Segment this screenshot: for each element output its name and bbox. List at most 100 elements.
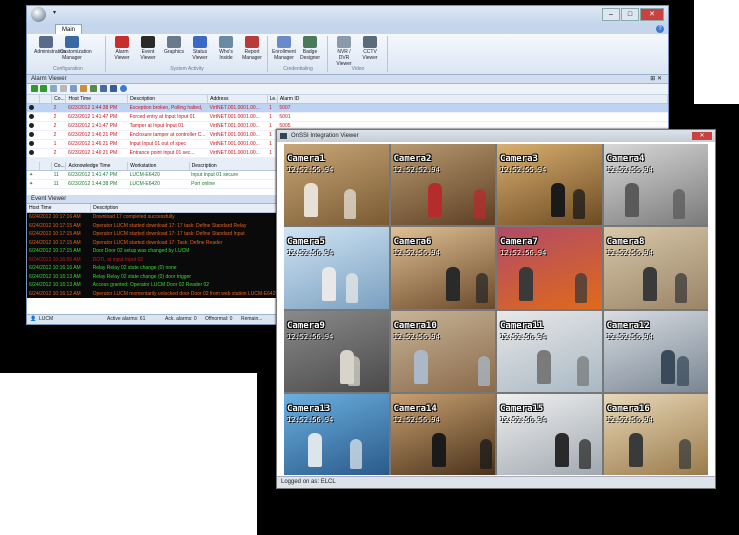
notes-icon[interactable] <box>70 85 77 92</box>
camera-tile[interactable]: Camera5 12:52:56.94 <box>284 227 389 309</box>
ack-cell-ws: LUCM-E6420 <box>127 179 190 189</box>
alarm-cell-desc: Input Input 01 out of spec <box>127 139 208 149</box>
graphics-icon[interactable] <box>90 85 97 92</box>
alarm-state-icon <box>29 114 34 120</box>
ribbon-button-label: Status Viewer <box>192 49 208 61</box>
camera-tile[interactable]: Camera1 12:52:55.94 <box>284 144 389 226</box>
ack-column-header[interactable]: Acknowledge Time <box>65 162 129 171</box>
status-offnormal[interactable]: Offnormal: 0 <box>205 315 232 324</box>
alarm-column-header[interactable]: Address <box>207 95 268 104</box>
camera-tile[interactable]: Camera10 12:52:56.94 <box>390 310 495 392</box>
camera-tile[interactable]: Camera15 12:52:56.94 <box>497 393 602 475</box>
camera-tile[interactable]: Camera9 12:52:56.94 <box>284 310 389 392</box>
event-column-header[interactable]: Host Time <box>27 204 92 213</box>
camera-tile[interactable]: Camera16 12:52:56.94 <box>603 393 708 475</box>
clear-icon[interactable] <box>60 85 67 92</box>
minimize-button[interactable]: – <box>602 8 620 21</box>
camera-tile[interactable]: Camera11 12:52:56.94 <box>497 310 602 392</box>
status-active-alarms[interactable]: Active alarms: 61 <box>107 315 145 324</box>
camera-scene-figure <box>577 355 589 386</box>
acknowledge-icon[interactable] <box>31 85 38 92</box>
camera-tile[interactable]: Camera3 12:52:55.94 <box>497 144 602 226</box>
ribbon-button-icon <box>245 36 259 48</box>
camera-scene-figure <box>674 272 687 303</box>
camera-icon[interactable] <box>80 85 87 92</box>
alarm-column-header[interactable]: Co... <box>51 95 67 104</box>
camera-scene-figure <box>322 266 336 301</box>
camera-tile[interactable]: Camera14 12:52:56.94 <box>390 393 495 475</box>
camera-scene-figure <box>537 349 551 384</box>
ribbon-button[interactable]: Event Viewer <box>136 36 160 61</box>
acknowledge-all-icon[interactable] <box>40 85 47 92</box>
ribbon-button[interactable]: CCTV Viewer <box>358 36 382 61</box>
ribbon-button[interactable]: Enrollment Manager <box>272 36 296 61</box>
alarm-row[interactable]: 2 6/23/2012 1:44:38 PM Exception broken, P… <box>27 103 668 113</box>
event-time: 6/24/2012 10:17:15 AM <box>29 222 81 229</box>
ack-column-header[interactable]: Co... <box>51 162 67 171</box>
alarm-column-header[interactable]: Description <box>127 95 209 104</box>
info-icon[interactable] <box>120 85 127 92</box>
viewer-title-bar: OnSSI Integration Viewer ✕ <box>277 130 715 142</box>
quick-access-toolbar[interactable]: ▾ <box>53 9 56 16</box>
viewer-status-bar: Logged on as: ELCL <box>277 476 715 488</box>
ribbon-button[interactable]: Badge Designer <box>298 36 322 61</box>
alarm-cell-co: 2 <box>51 130 66 140</box>
ribbon-button[interactable]: Report Manager <box>240 36 264 61</box>
pin-icon[interactable]: ⊞ ✕ <box>650 75 662 83</box>
edit-icon[interactable] <box>50 85 57 92</box>
ack-column-header[interactable]: Workstation <box>127 162 190 171</box>
filter-icon[interactable] <box>110 85 117 92</box>
ribbon-button[interactable]: Customization Manager <box>60 36 92 61</box>
application-menu-button[interactable] <box>31 7 46 22</box>
camera-scene-figure <box>431 433 446 467</box>
camera-tile[interactable]: Camera6 12:52:56.94 <box>390 227 495 309</box>
alarm-cell-co: 2 <box>51 148 66 158</box>
camera-label: Camera15 <box>500 403 544 414</box>
camera-label: Camera10 <box>393 320 437 331</box>
alarm-row[interactable]: 2 6/23/2012 1:41:47 PM Forced entry at Inp… <box>27 112 668 122</box>
viewer-close-button[interactable]: ✕ <box>692 132 712 140</box>
alarm-cell-addr: VirtNET.001.0001.00... <box>207 130 268 140</box>
event-time: 6/24/2012 10:17:16 AM <box>29 214 81 221</box>
camera-tile[interactable]: Camera7 12:52:56.94 <box>497 227 602 309</box>
close-button[interactable]: ✕ <box>640 8 664 21</box>
ribbon: Administration Customization Manager Confi… <box>27 34 668 75</box>
ribbon-button[interactable]: Graphics <box>162 36 186 55</box>
ribbon-button-icon <box>115 36 129 48</box>
ribbon-button[interactable]: Administration <box>34 36 66 55</box>
camera-tile[interactable]: Camera8 12:52:56.94 <box>603 227 708 309</box>
viewer-app-icon <box>280 133 287 139</box>
alarm-column-header[interactable]: Le... <box>267 95 278 104</box>
ack-state-cell: ✦ <box>27 170 40 180</box>
ribbon-group: Enrollment Manager Badge Designer Credenti… <box>269 36 328 72</box>
status-ack-alarms[interactable]: Ack. alarms: 0 <box>165 315 197 324</box>
ribbon-button[interactable]: Who's Inside <box>214 36 238 61</box>
camera-timestamp: 12:52:56.94 <box>393 332 440 341</box>
camera-tile[interactable]: Camera13 12:52:56.94 <box>284 393 389 475</box>
ribbon-button[interactable]: NVR / DVR Viewer <box>332 36 356 67</box>
ack-column-header[interactable] <box>27 162 40 171</box>
camera-timestamp: 12:52:56.94 <box>606 415 653 424</box>
alarm-column-header[interactable] <box>27 95 40 104</box>
camera-scene-figure <box>427 183 442 218</box>
ribbon-button[interactable]: Alarm Viewer <box>110 36 134 61</box>
help-icon[interactable]: ? <box>656 25 664 33</box>
camera-tile[interactable]: Camera12 12:52:56.94 <box>603 310 708 392</box>
maximize-button[interactable]: □ <box>621 8 639 21</box>
instructions-icon[interactable] <box>100 85 107 92</box>
alarm-column-header[interactable]: Alarm ID <box>277 95 668 104</box>
alarm-viewer-title: Alarm Viewer <box>31 76 67 82</box>
ack-column-header[interactable] <box>39 162 53 171</box>
alarm-column-header[interactable]: Host Time <box>65 95 129 104</box>
ribbon-group-label: System Activity <box>170 66 204 72</box>
camera-scene-figure <box>348 355 360 386</box>
ribbon-button[interactable]: Status Viewer <box>188 36 212 61</box>
alarm-cell-id: 5007 <box>277 103 668 113</box>
camera-scene-figure <box>624 183 639 218</box>
alarm-column-header[interactable] <box>39 95 53 104</box>
ribbon-button-label: Alarm Viewer <box>114 49 130 61</box>
alarm-cell-id: 5001 <box>277 112 668 122</box>
camera-tile[interactable]: Camera2 12:52:52.94 <box>390 144 495 226</box>
alarm-cell-desc: Forced entry at Input Input 01 <box>127 112 208 122</box>
camera-tile[interactable]: Camera4 12:52:55.94 <box>603 144 708 226</box>
